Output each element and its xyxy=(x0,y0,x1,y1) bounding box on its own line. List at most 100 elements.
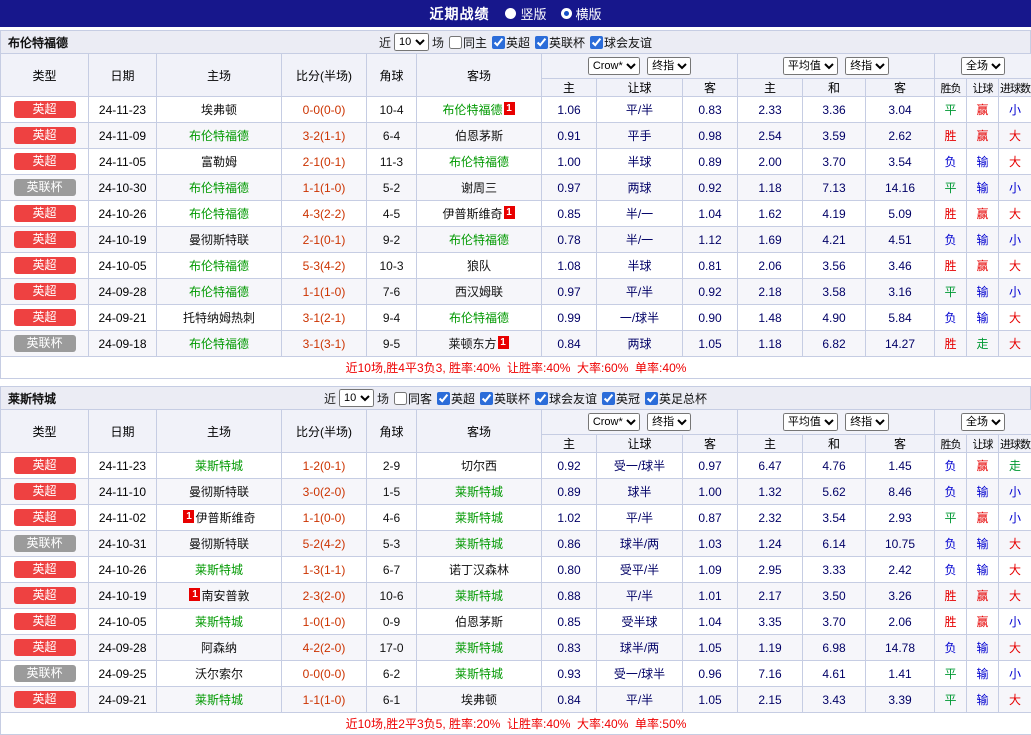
index-type-select[interactable]: 终指 xyxy=(647,57,691,75)
avg-away-odds: 4.51 xyxy=(866,227,935,253)
avg-home-odds: 2.17 xyxy=(738,583,803,609)
radio-icon[interactable] xyxy=(561,8,572,19)
result-wdl: 负 xyxy=(935,149,967,175)
handicap-away-odds: 0.97 xyxy=(683,453,738,479)
handicap-line: 两球 xyxy=(597,175,683,201)
layout-radio-group: 竖版横版 xyxy=(505,4,601,23)
result-handicap: 输 xyxy=(967,479,999,505)
average-select[interactable]: 平均值 xyxy=(783,57,838,75)
avg-draw-odds: 5.62 xyxy=(803,479,866,505)
match-row: 英超24-09-21莱斯特城1-1(1-0)6-1埃弗顿0.84平/半1.052… xyxy=(1,687,1031,713)
match-date: 24-09-21 xyxy=(89,687,157,713)
fulltime-select[interactable]: 全场 xyxy=(961,57,1005,75)
match-date: 24-10-05 xyxy=(89,253,157,279)
layout-option-horizontal[interactable]: 横版 xyxy=(561,4,602,23)
filter-checkbox[interactable] xyxy=(437,392,450,405)
corner-score: 2-9 xyxy=(367,453,417,479)
away-team: 莱斯特城 xyxy=(417,635,542,661)
team-name: 莱斯特城 xyxy=(195,459,243,473)
filter-efl-cup[interactable]: 英联杯 xyxy=(480,390,530,407)
filter-fa-cup[interactable]: 英足总杯 xyxy=(645,390,707,407)
avg-draw-odds: 4.76 xyxy=(803,453,866,479)
recent-count-select[interactable]: 10 xyxy=(394,33,429,51)
average-select[interactable]: 平均值 xyxy=(783,413,838,431)
filter-efl-cup[interactable]: 英联杯 xyxy=(535,34,585,51)
col-home: 主场 xyxy=(157,54,282,97)
filter-checkbox[interactable] xyxy=(480,392,493,405)
result-wdl: 负 xyxy=(935,453,967,479)
col-corner: 角球 xyxy=(367,54,417,97)
home-team: 布伦特福德 xyxy=(157,123,282,149)
team-name: 布伦特福德 xyxy=(189,337,249,351)
bookmaker-select[interactable]: Crow* xyxy=(588,57,640,75)
filter-label: 球会友谊 xyxy=(549,390,597,407)
recent-label-pre: 近 xyxy=(324,390,336,407)
handicap-home-odds: 0.85 xyxy=(542,201,597,227)
filter-championship[interactable]: 英冠 xyxy=(602,390,640,407)
match-score: 1-0(1-0) xyxy=(282,609,367,635)
home-team: 布伦特福德 xyxy=(157,175,282,201)
filter-checkbox[interactable] xyxy=(602,392,615,405)
recent-count-select[interactable]: 10 xyxy=(339,389,374,407)
filter-epl[interactable]: 英超 xyxy=(492,34,530,51)
avg-home-odds: 1.32 xyxy=(738,479,803,505)
home-team: 莱斯特城 xyxy=(157,453,282,479)
filter-checkbox[interactable] xyxy=(590,36,603,49)
team-name: 布伦特福德 xyxy=(449,233,509,247)
filter-label: 英冠 xyxy=(616,390,640,407)
red-card-badge: 1 xyxy=(189,588,200,601)
filter-checkbox[interactable] xyxy=(535,36,548,49)
handicap-away-odds: 1.01 xyxy=(683,583,738,609)
layout-option-vertical[interactable]: 竖版 xyxy=(505,4,546,23)
league-type-cell: 英超 xyxy=(1,453,89,479)
handicap-away-odds: 0.96 xyxy=(683,661,738,687)
avg-draw-odds: 4.21 xyxy=(803,227,866,253)
filter-club-friendly[interactable]: 球会友谊 xyxy=(535,390,597,407)
corner-score: 10-6 xyxy=(367,583,417,609)
col-home: 主场 xyxy=(157,410,282,453)
avg-home-odds: 1.18 xyxy=(738,331,803,357)
filter-club-friendly[interactable]: 球会友谊 xyxy=(590,34,652,51)
filter-checkbox[interactable] xyxy=(645,392,658,405)
handicap-home-odds: 1.02 xyxy=(542,505,597,531)
handicap-home-odds: 0.86 xyxy=(542,531,597,557)
col-hcp-home: 主 xyxy=(542,79,597,97)
filter-checkbox[interactable] xyxy=(449,36,462,49)
match-row: 英超24-09-21托特纳姆热刺3-1(2-1)9-4布伦特福德0.99一/球半… xyxy=(1,305,1031,331)
index-type-select[interactable]: 终指 xyxy=(647,413,691,431)
result-handicap: 赢 xyxy=(967,201,999,227)
filter-controls: 近 10 场 同客英超英联杯球会友谊英冠英足总杯 xyxy=(324,389,707,407)
index-type-select2[interactable]: 终指 xyxy=(845,413,889,431)
result-wdl: 胜 xyxy=(935,253,967,279)
league-type-cell: 英联杯 xyxy=(1,531,89,557)
handicap-line: 平手 xyxy=(597,123,683,149)
league-badge: 英联杯 xyxy=(14,665,76,682)
team-name: 布伦特福德 xyxy=(189,285,249,299)
league-badge: 英超 xyxy=(14,509,76,526)
avg-draw-odds: 4.19 xyxy=(803,201,866,227)
filter-checkbox[interactable] xyxy=(394,392,407,405)
index-type-select2[interactable]: 终指 xyxy=(845,57,889,75)
section-header: 布伦特福德 近 10 场 同主英超英联杯球会友谊 xyxy=(0,30,1031,53)
result-handicap: 输 xyxy=(967,661,999,687)
match-date: 24-09-28 xyxy=(89,635,157,661)
home-team: 阿森纳 xyxy=(157,635,282,661)
filter-checkbox[interactable] xyxy=(535,392,548,405)
match-row: 英联杯24-10-31曼彻斯特联5-2(4-2)5-3莱斯特城0.86球半/两1… xyxy=(1,531,1031,557)
match-date: 24-11-23 xyxy=(89,97,157,123)
filter-checkbox[interactable] xyxy=(492,36,505,49)
home-team: 布伦特福德 xyxy=(157,279,282,305)
corner-score: 11-3 xyxy=(367,149,417,175)
corner-score: 4-5 xyxy=(367,201,417,227)
radio-icon[interactable] xyxy=(505,8,516,19)
avg-away-odds: 1.41 xyxy=(866,661,935,687)
bookmaker-select[interactable]: Crow* xyxy=(588,413,640,431)
col-avg-home: 主 xyxy=(738,79,803,97)
filter-label: 英联杯 xyxy=(549,34,585,51)
filter-same-home[interactable]: 同主 xyxy=(449,34,487,51)
fulltime-select[interactable]: 全场 xyxy=(961,413,1005,431)
handicap-home-odds: 0.91 xyxy=(542,123,597,149)
match-date: 24-11-10 xyxy=(89,479,157,505)
filter-same-away[interactable]: 同客 xyxy=(394,390,432,407)
filter-epl[interactable]: 英超 xyxy=(437,390,475,407)
